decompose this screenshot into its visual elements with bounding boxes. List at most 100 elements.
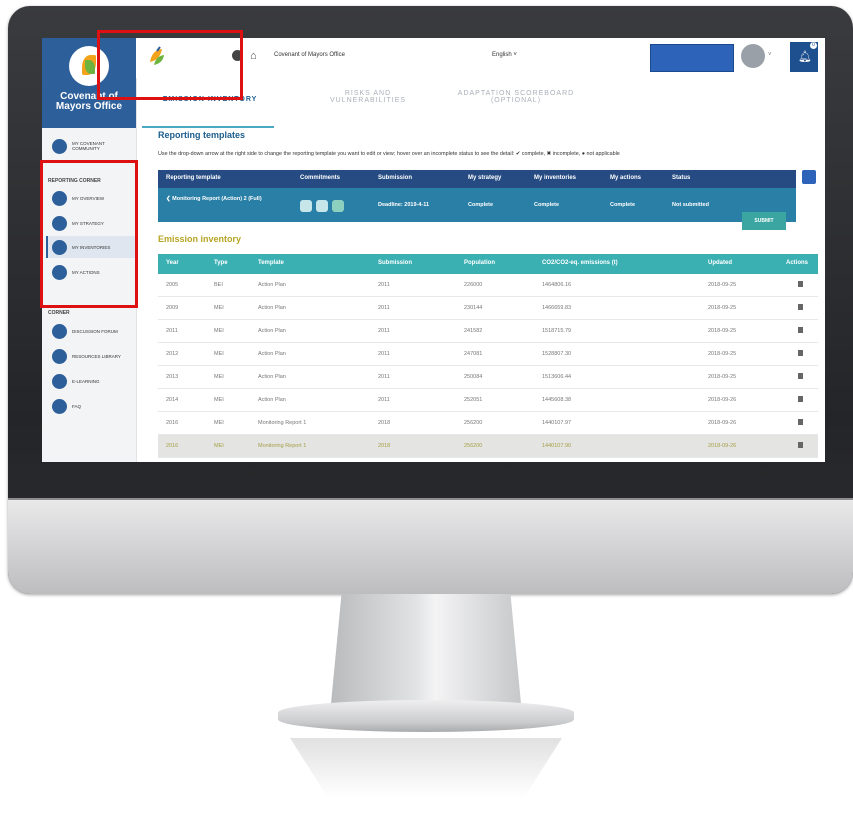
trash-icon[interactable] xyxy=(798,419,803,425)
sidebar-item-community[interactable]: My Covenant community xyxy=(52,136,132,156)
reporting-templates-table: Reporting template Commitments Submissio… xyxy=(158,170,796,230)
table-row[interactable]: 2011 MEI Action Plan 2011 241582 1518715.79 20… xyxy=(158,320,818,343)
search-box[interactable] xyxy=(650,44,734,72)
chevron-down-icon[interactable]: ˅ xyxy=(768,52,772,58)
table-cell: MEI xyxy=(214,420,224,426)
table-cell: Action Plan xyxy=(258,328,286,334)
sidebar-item-label: My Covenant community xyxy=(72,141,105,151)
table-cell: 252051 xyxy=(464,397,483,403)
table-cell: Action Plan xyxy=(258,351,286,357)
language-select[interactable]: English ˅ xyxy=(492,52,517,58)
table-row[interactable]: 2012 MEI Action Plan 2011 247081 1528807.30 20… xyxy=(158,343,818,366)
tab-adaptation-scoreboard[interactable]: Adaptation scoreboard (optional) xyxy=(436,90,596,104)
column-header[interactable]: Type xyxy=(214,260,228,266)
table-cell: 2013 xyxy=(166,374,179,380)
table-cell: MEI xyxy=(214,397,224,403)
column-header[interactable]: Updated xyxy=(708,260,732,266)
sidebar-item-library[interactable]: Resources library xyxy=(52,346,132,366)
table-header: Year Type Template Submission Population… xyxy=(158,254,818,274)
submission-deadline: Deadline: 2019-4-11 xyxy=(378,202,430,208)
table-cell: 2014 xyxy=(166,397,179,403)
table-cell: MEI xyxy=(214,305,224,311)
table-row[interactable]: 2009 MEI Action Plan 2011 230144 1466659.83 20… xyxy=(158,297,818,320)
trash-icon[interactable] xyxy=(798,281,803,287)
instructions-text: Use the drop-down arrow at the right sid… xyxy=(158,151,620,157)
column-header: My inventories xyxy=(534,175,577,181)
stand-reflection xyxy=(290,738,562,798)
library-icon xyxy=(52,348,67,364)
sidebar-item-label: E-learning xyxy=(72,378,100,384)
column-header[interactable]: Year xyxy=(166,260,179,266)
actions-status[interactable]: Complete xyxy=(610,202,635,208)
trash-icon[interactable] xyxy=(798,350,803,356)
table-header: Reporting template Commitments Submissio… xyxy=(158,170,796,188)
template-select[interactable]: ❮ Monitoring Report (Action) 2 (Full) xyxy=(166,196,276,202)
trash-icon[interactable] xyxy=(798,373,803,379)
table-cell: 1518715.79 xyxy=(542,328,572,334)
table-cell: 230144 xyxy=(464,305,483,311)
home-icon[interactable]: ⌂ xyxy=(250,51,261,62)
faq-icon xyxy=(52,398,67,414)
table-cell: 2016 xyxy=(166,420,179,426)
column-header[interactable]: Template xyxy=(258,260,284,266)
table-cell: 1445608.38 xyxy=(542,397,572,403)
expand-panel-button[interactable] xyxy=(802,170,816,184)
monitor-stand-base xyxy=(278,700,574,732)
column-header[interactable]: Submission xyxy=(378,260,412,266)
table-cell: 2018-09-26 xyxy=(708,397,737,403)
table-row[interactable]: 2005 BEI Action Plan 2011 226000 1464806.16 20… xyxy=(158,274,818,297)
trash-icon[interactable] xyxy=(798,304,803,310)
table-row: ❮ Monitoring Report (Action) 2 (Full) De… xyxy=(158,188,796,230)
table-cell: 2018 xyxy=(378,443,391,449)
section-title: Reporting templates xyxy=(158,130,246,140)
table-cell: Monitoring Report 1 xyxy=(258,443,307,449)
table-cell: 2011 xyxy=(378,397,390,403)
table-cell: 2012 xyxy=(166,351,179,357)
elearning-icon xyxy=(52,373,67,389)
table-cell: 241582 xyxy=(464,328,483,334)
site-name: Covenant of Mayors Office xyxy=(274,52,345,58)
sidebar-item-faq[interactable]: FAQ xyxy=(52,396,132,416)
commitment-adaptation-icon[interactable] xyxy=(316,200,328,212)
table-cell: 2018-09-25 xyxy=(708,328,737,334)
sidebar-item-forum[interactable]: Discussion forum xyxy=(52,321,132,341)
commitment-energy-icon[interactable] xyxy=(332,200,344,212)
table-row[interactable]: 2016 MEI Monitoring Report 1 2018 256200 1440… xyxy=(158,412,818,435)
table-cell: 2018-09-26 xyxy=(708,420,737,426)
table-cell: 2018-09-25 xyxy=(708,374,737,380)
table-cell: 1513606.44 xyxy=(542,374,572,380)
trash-icon[interactable] xyxy=(798,442,803,448)
avatar[interactable] xyxy=(741,44,765,68)
table-cell: 2018-09-25 xyxy=(708,282,737,288)
sidebar-item-label: FAQ xyxy=(72,403,82,409)
sidebar-section-corner: Corner xyxy=(48,310,70,316)
column-header: Reporting template xyxy=(166,175,221,181)
table-row[interactable]: 2014 MEI Action Plan 2011 252051 1445608.38 20… xyxy=(158,389,818,412)
table-cell: 226000 xyxy=(464,282,483,288)
sidebar-item-elearning[interactable]: E-learning xyxy=(52,371,132,391)
table-cell: 1466659.83 xyxy=(542,305,572,311)
column-header: Commitments xyxy=(300,175,341,181)
submit-button[interactable]: Submit xyxy=(742,212,786,230)
column-header: My actions xyxy=(610,175,642,181)
trash-icon[interactable] xyxy=(798,327,803,333)
column-header[interactable]: Population xyxy=(464,260,495,266)
active-tab-indicator xyxy=(142,126,274,128)
table-cell: 2011 xyxy=(378,351,390,357)
table-cell: 2011 xyxy=(166,328,178,334)
tab-risks-vulnerabilities[interactable]: Risks and vulnerabilities xyxy=(314,90,422,104)
inventories-status[interactable]: Complete xyxy=(534,202,559,208)
column-header: Status xyxy=(672,175,691,181)
commitment-mitigation-icon[interactable] xyxy=(300,200,312,212)
table-cell: Action Plan xyxy=(258,282,286,288)
table-row[interactable]: 2016 MEI Monitoring Report 1 2018 256200 1440… xyxy=(158,435,818,458)
trash-icon[interactable] xyxy=(798,396,803,402)
table-cell: BEI xyxy=(214,282,223,288)
highlight-frame-sidebar xyxy=(40,160,138,308)
column-header[interactable]: CO2/CO2-eq. emissions (t) xyxy=(542,260,618,266)
table-cell: 2018-09-26 xyxy=(708,443,737,449)
strategy-status[interactable]: Complete xyxy=(468,202,493,208)
forum-icon xyxy=(52,323,67,339)
table-row[interactable]: 2013 MEI Action Plan 2011 250084 1513606.44 20… xyxy=(158,366,818,389)
column-header: My strategy xyxy=(468,175,502,181)
